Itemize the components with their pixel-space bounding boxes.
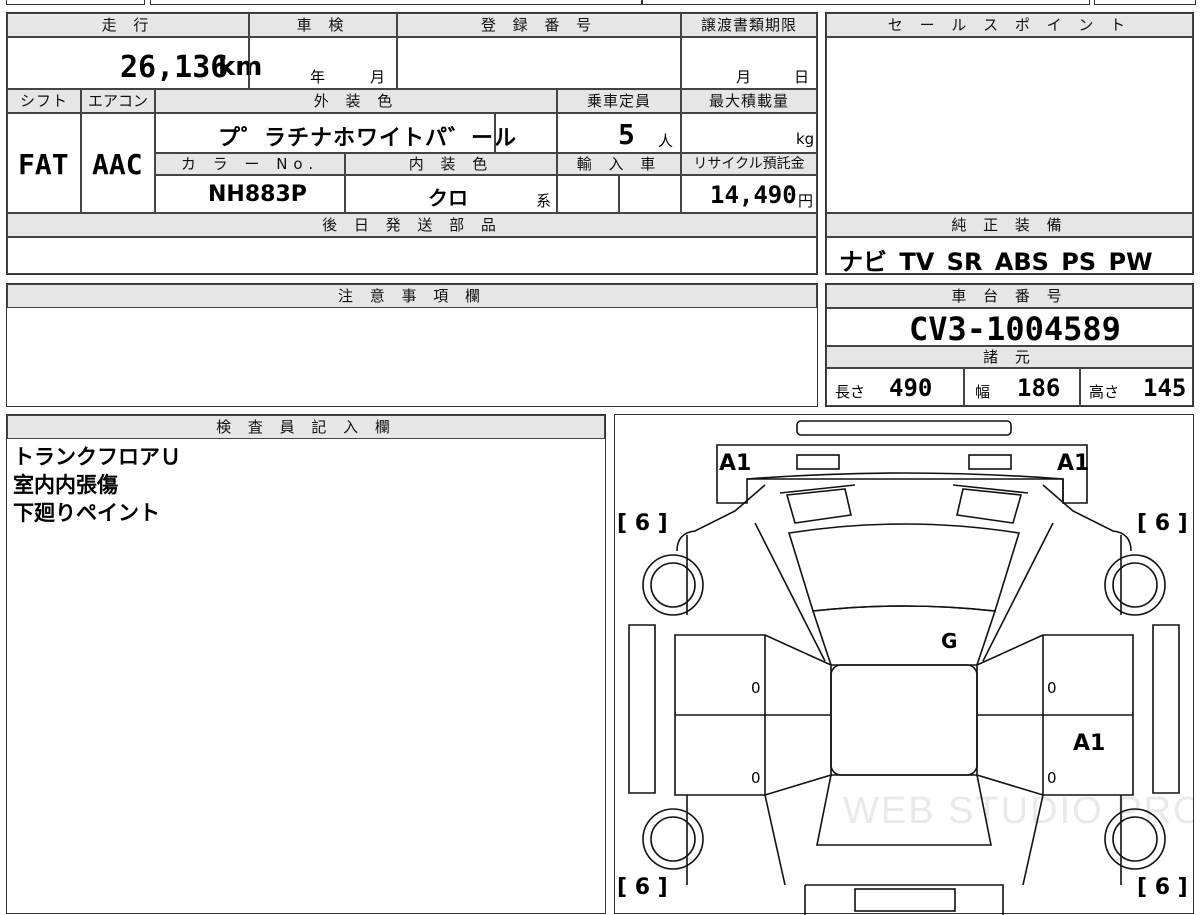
exterior-cell: プ゜ラチナホワイトパ゛ール xyxy=(155,113,516,153)
transfer-day: 日 xyxy=(794,68,810,86)
exterior-extra-cell xyxy=(495,113,557,153)
ac-header: エアコン xyxy=(81,89,155,113)
tire-depth: [ 6 ] xyxy=(617,875,668,900)
interior-value: クロ xyxy=(428,186,468,210)
sales-point-box: セ ー ル ス ポ イ ン ト 純 正 装 備 ナビ TV SR ABS PS … xyxy=(825,12,1194,276)
shift-value: FAT xyxy=(18,148,69,181)
door-mark: 0 xyxy=(1047,769,1057,787)
import-header: 輸 入 車 xyxy=(557,153,681,175)
width-label: 幅 xyxy=(975,383,991,401)
chassis-cell: CV3-1004589 xyxy=(826,308,1193,348)
tire-depth: [ 6 ] xyxy=(617,511,668,536)
inspector-header: 検 査 員 記 入 欄 xyxy=(7,415,605,439)
watermark: WEB STUDIO PRO xyxy=(843,790,1193,832)
interior-cell: クロ 系 xyxy=(345,175,557,213)
recycle-unit: 円 xyxy=(798,192,814,210)
damage-mark: A1 xyxy=(719,451,752,476)
transfer-cell: 月 日 xyxy=(681,37,817,89)
import-cell-a xyxy=(557,175,619,213)
equipment-cell: ナビ TV SR ABS PS PW xyxy=(826,237,1193,276)
capacity-unit: 人 xyxy=(658,132,674,150)
color-no-value: NH883P xyxy=(208,182,307,207)
tire-depth: [ 6 ] xyxy=(1137,511,1188,536)
door-mark: 0 xyxy=(751,679,761,697)
later-parts-cell xyxy=(7,237,817,274)
length-label: 長さ xyxy=(835,383,866,401)
ac-value: AAC xyxy=(92,148,143,181)
damage-mark: G xyxy=(941,629,958,653)
inspector-line: 室内内張傷 xyxy=(13,473,118,497)
inspection-cell: 年 月 xyxy=(249,37,397,89)
later-parts-header: 後 日 発 送 部 品 xyxy=(7,213,817,237)
notes-box: 注 意 事 項 欄 xyxy=(6,283,818,407)
vehicle-info-table: 走 行 車 検 登 録 番 号 譲渡書類期限 26,136 km 年 月 月 日… xyxy=(6,12,818,275)
transfer-month: 月 xyxy=(736,68,752,86)
registration-header: 登 録 番 号 xyxy=(397,13,681,37)
equipment-value: ナビ TV SR ABS PS PW xyxy=(839,248,1153,276)
damage-mark: A1 xyxy=(1073,731,1106,756)
width-cell: 幅 186 xyxy=(964,368,1080,406)
import-cell-b xyxy=(619,175,681,213)
mileage-header: 走 行 xyxy=(7,13,249,37)
chassis-header: 車 台 番 号 xyxy=(826,284,1193,308)
mileage-cell: 26,136 km xyxy=(7,37,262,89)
tire-depth: [ 6 ] xyxy=(1137,875,1188,900)
exterior-header: 外 装 色 xyxy=(155,89,557,113)
registration-cell xyxy=(397,37,681,89)
length-value: 490 xyxy=(889,374,933,402)
car-diagram-box: WEB STUDIO PRO A1 A1 G A1 [6] [6] [… xyxy=(614,414,1194,915)
inspector-line: トランクフロアＵ xyxy=(13,445,181,469)
maxload-header: 最大積載量 xyxy=(681,89,817,113)
mileage-value: 26,136 xyxy=(120,50,229,85)
chassis-box: 車 台 番 号 CV3-1004589 諸 元 長さ 490 幅 186 高さ … xyxy=(825,283,1194,407)
height-label: 高さ xyxy=(1089,383,1120,401)
door-mark: 0 xyxy=(1047,679,1057,697)
inspection-year: 年 xyxy=(310,68,326,86)
recycle-cell: 14,490 円 xyxy=(681,175,817,213)
capacity-value: 5 xyxy=(618,118,635,151)
notes-header: 注 意 事 項 欄 xyxy=(7,284,817,308)
equipment-header: 純 正 装 備 xyxy=(826,213,1193,237)
color-no-header: カ ラ ー No. xyxy=(155,153,345,175)
shift-header: シフト xyxy=(7,89,81,113)
dims-header: 諸 元 xyxy=(826,346,1193,368)
color-no-cell: NH883P xyxy=(155,175,345,213)
interior-header: 内 装 色 xyxy=(345,153,557,175)
sales-point-header: セ ー ル ス ポ イ ン ト xyxy=(826,13,1193,37)
inspector-line: 下廻りペイント xyxy=(13,501,160,525)
capacity-header: 乗車定員 xyxy=(557,89,681,113)
car-diagram: WEB STUDIO PRO xyxy=(628,420,1193,915)
interior-suffix: 系 xyxy=(536,192,552,210)
maxload-unit: kg xyxy=(796,130,815,148)
shift-cell: FAT xyxy=(7,113,81,213)
damage-mark: A1 xyxy=(1057,451,1090,476)
height-cell: 高さ 145 xyxy=(1080,368,1193,406)
inspection-header: 車 検 xyxy=(249,13,397,37)
width-value: 186 xyxy=(1017,374,1061,402)
ac-cell: AAC xyxy=(81,113,155,213)
exterior-value: プ゜ラチナホワイトパ゛ール xyxy=(218,126,518,151)
length-cell: 長さ 490 xyxy=(826,368,964,406)
chassis-value: CV3-1004589 xyxy=(909,310,1121,348)
capacity-cell: 5 人 xyxy=(557,113,681,153)
maxload-cell: kg xyxy=(681,113,817,153)
height-value: 145 xyxy=(1143,374,1187,402)
transfer-header: 譲渡書類期限 xyxy=(681,13,817,37)
door-mark: 0 xyxy=(751,769,761,787)
recycle-value: 14,490 xyxy=(710,181,797,209)
inspection-month: 月 xyxy=(370,68,386,86)
inspector-box: 検 査 員 記 入 欄 トランクフロアＵ 室内内張傷 下廻りペイント xyxy=(6,414,606,914)
top-strip xyxy=(0,0,1200,6)
recycle-header: リサイクル預託金 xyxy=(681,153,817,175)
sales-point-area xyxy=(826,37,1193,213)
